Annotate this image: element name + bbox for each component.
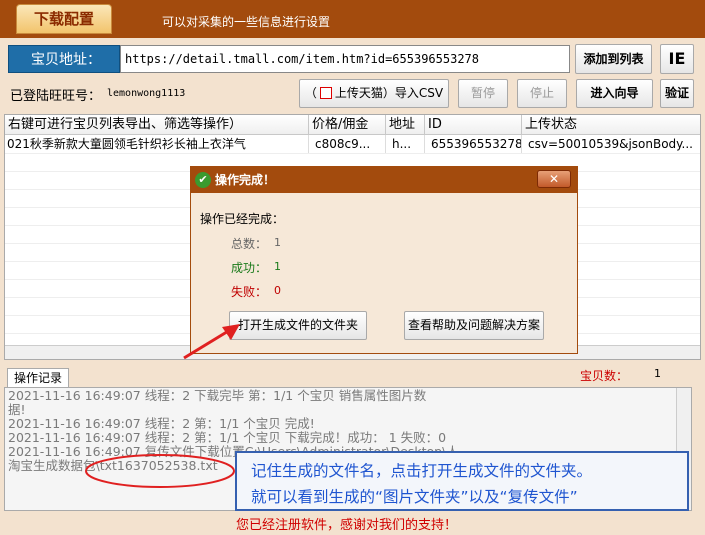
url-label: 宝贝地址： — [8, 45, 120, 73]
highlight-ellipse — [85, 454, 235, 488]
open-generated-folder-button[interactable]: 打开生成文件的文件夹 — [229, 311, 367, 340]
column-header-address[interactable]: 地址 — [386, 115, 425, 135]
upload-tmall-checkbox[interactable] — [319, 87, 332, 99]
column-header-id[interactable]: ID — [425, 115, 522, 135]
pause-button[interactable]: 暂停 — [458, 79, 508, 108]
log-line: 据! — [8, 402, 26, 417]
cell-id: 655396553278 — [425, 135, 522, 153]
verify-button[interactable]: 验证 — [660, 79, 694, 108]
dialog-title: 操作完成！ — [191, 167, 577, 193]
view-help-button[interactable]: 查看帮助及问题解决方案 — [404, 311, 544, 340]
column-header-price[interactable]: 价格/佣金 — [309, 115, 386, 135]
item-count-label: 宝贝数： — [580, 369, 629, 383]
registration-message: 您已经注册软件，感谢对我们的支持！ — [236, 518, 458, 533]
arrow-shaft — [183, 328, 231, 360]
total-label: 总数： — [231, 237, 268, 251]
item-count-value: 1 — [654, 367, 661, 380]
tab-operation-log[interactable]: 操作记录 — [7, 368, 69, 388]
column-header-upload-status[interactable]: 上传状态 — [522, 115, 700, 135]
upload-tmall-label: 上传天猫 — [334, 86, 383, 100]
annotation-box: 记住生成的文件名，点击打开生成文件的文件夹。 就可以看到生成的“图片文件夹”以及… — [235, 451, 689, 511]
add-to-list-button[interactable]: 添加到列表 — [575, 44, 652, 74]
cell-price: c808c9... — [309, 135, 386, 153]
url-input[interactable]: https://detail.tmall.com/item.htm?id=655… — [120, 45, 570, 73]
ie-button[interactable]: IE — [660, 44, 694, 74]
operation-complete-dialog: 操作完成！ ✔ ✕ 操作已经完成： 总数： 1 成功： 1 失败： 0 打开生成… — [190, 166, 578, 354]
dialog-message: 操作已经完成： — [200, 212, 285, 226]
stop-button[interactable]: 停止 — [517, 79, 567, 108]
total-value: 1 — [274, 236, 281, 249]
cell-upload-status: csv=50010539&jsonBody... — [522, 135, 700, 153]
check-circle-icon: ✔ — [195, 172, 211, 188]
fail-value: 0 — [274, 284, 281, 297]
log-line: 2021-11-16 16:49:07 线程：2 第：1/1 个宝贝 下载完成！… — [8, 430, 447, 445]
annotation-ellipse-icon — [85, 454, 235, 488]
dialog-close-button[interactable]: ✕ — [537, 170, 571, 188]
success-label: 成功： — [231, 261, 268, 275]
logged-in-label: 已登陆旺旺号： — [10, 89, 102, 104]
enter-wizard-button[interactable]: 进入向导 — [576, 79, 653, 108]
annotation-line-2: 就可以看到生成的“图片文件夹”以及“复传文件” — [251, 488, 578, 506]
upload-tmall-import-csv-button[interactable]: （ 上传天猫）导入CSV — [299, 79, 449, 108]
upload-tmall-prefix: （ — [304, 86, 317, 100]
column-header-title[interactable]: 右键可进行宝贝列表导出、筛选等操作） — [5, 115, 309, 135]
annotation-arrow-icon — [183, 324, 240, 360]
log-line: 2021-11-16 16:49:07 线程：2 下载完毕 第：1/1 个宝贝 … — [8, 388, 427, 403]
cell-address: h... — [386, 135, 425, 153]
logged-in-user: lemonwong1113 — [107, 88, 186, 99]
header-description: 可以对采集的一些信息进行设置 — [162, 15, 331, 29]
annotation-line-1: 记住生成的文件名，点击打开生成文件的文件夹。 — [251, 462, 593, 480]
success-value: 1 — [274, 260, 281, 273]
tab-download-config[interactable]: 下载配置 — [16, 4, 112, 34]
grid-line — [5, 153, 700, 154]
fail-label: 失败： — [231, 285, 268, 299]
import-csv-label: ）导入CSV — [382, 86, 444, 100]
log-line: 2021-11-16 16:49:07 线程：2 第：1/1 个宝贝 完成! — [8, 416, 315, 431]
cell-title: 021秋季新款大童圆领毛针织衫长袖上衣洋气 — [5, 135, 309, 153]
